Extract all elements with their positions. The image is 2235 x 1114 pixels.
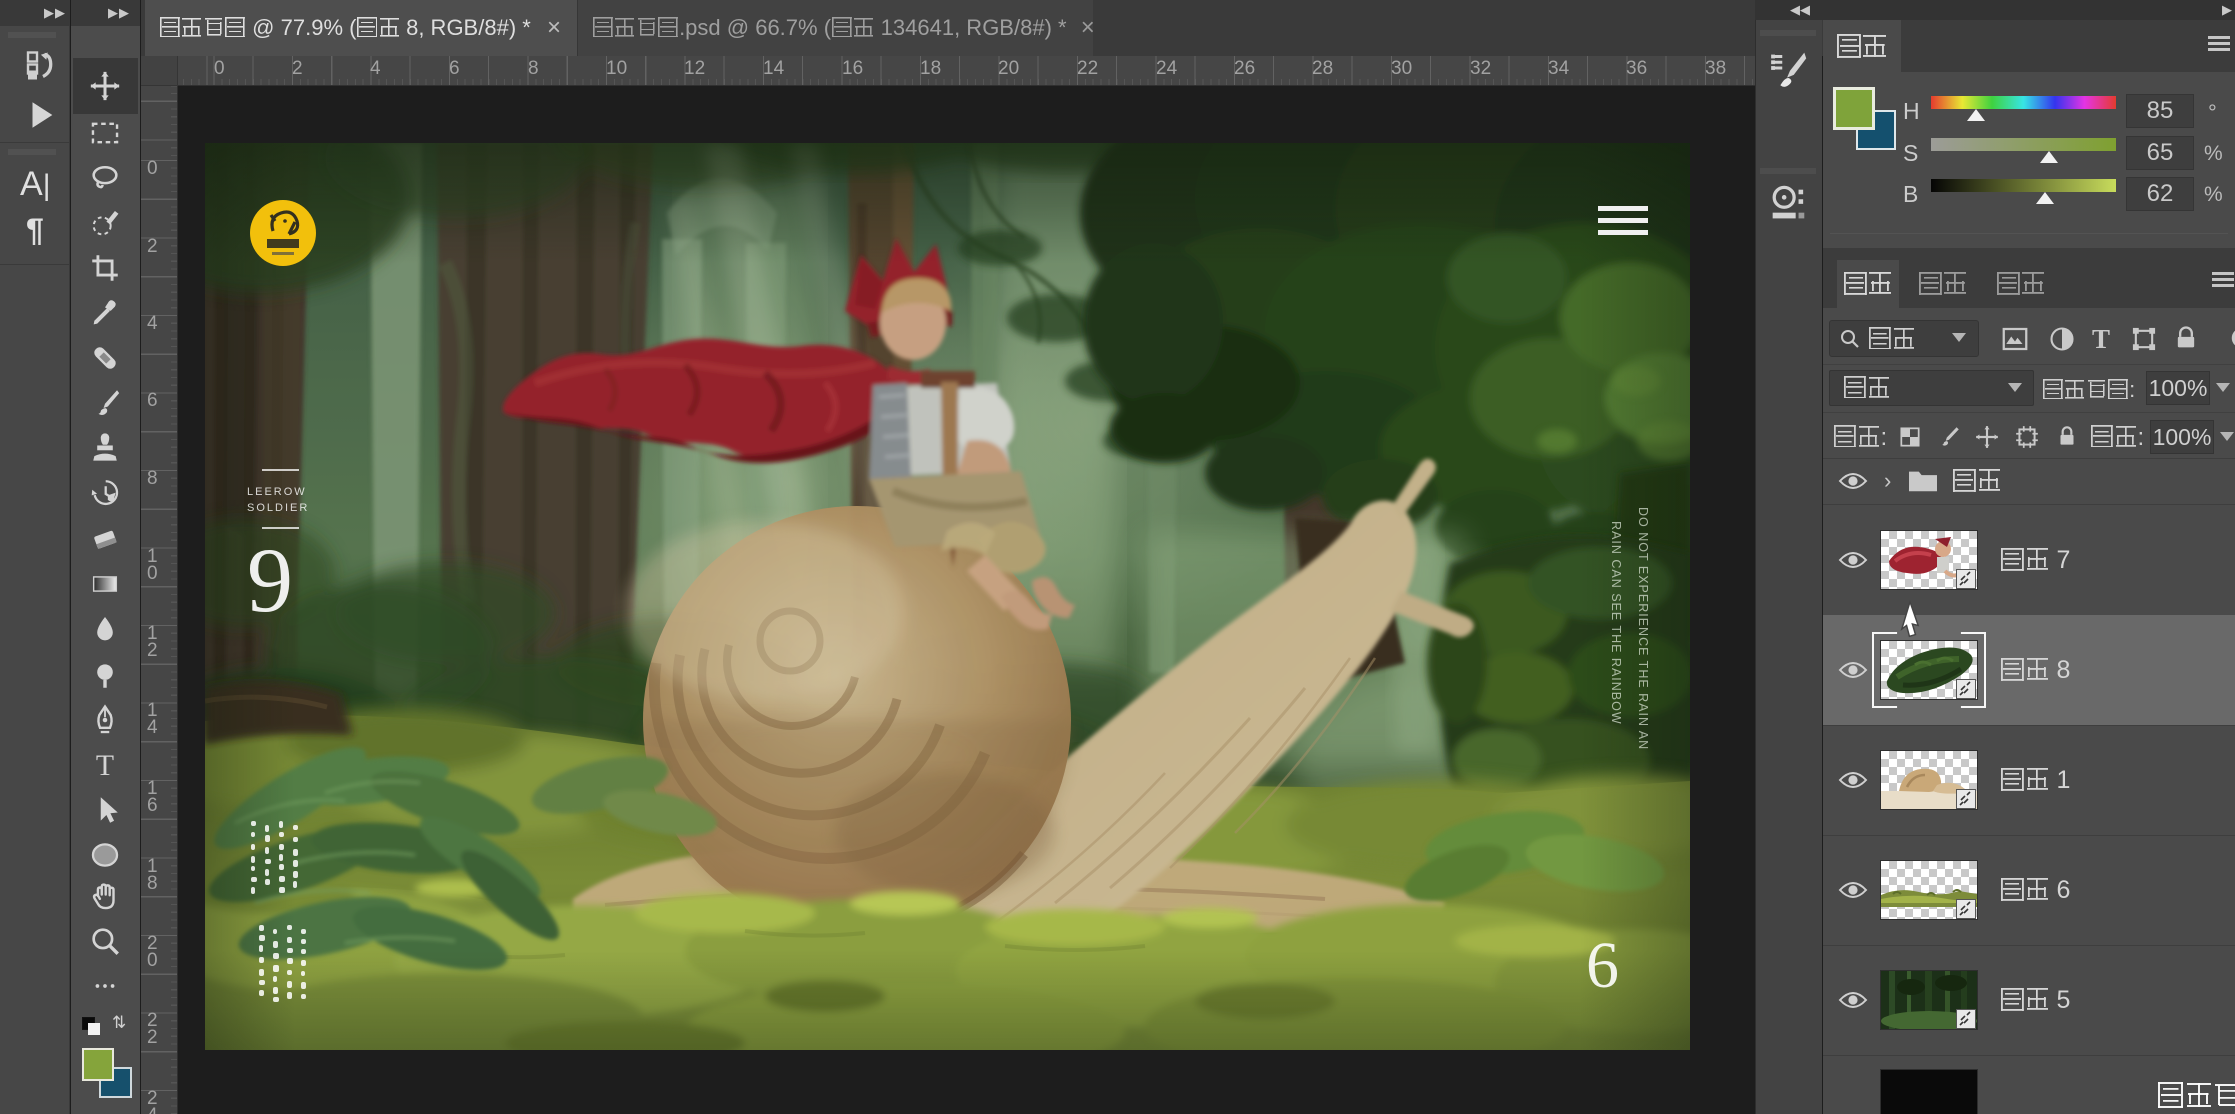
svg-text:T: T	[96, 749, 114, 782]
svg-text:RAIN CAN SEE THE RAINBOW: RAIN CAN SEE THE RAINBOW	[1609, 521, 1623, 725]
svg-text:6: 6	[1586, 929, 1619, 1002]
svg-text:SOLDIER: SOLDIER	[247, 502, 309, 514]
svg-text:LEEROW: LEEROW	[247, 486, 307, 498]
svg-text:DO NOT EXPERIENCE THE RAIN AN: DO NOT EXPERIENCE THE RAIN AN	[1636, 507, 1650, 750]
svg-text:9: 9	[247, 529, 293, 631]
